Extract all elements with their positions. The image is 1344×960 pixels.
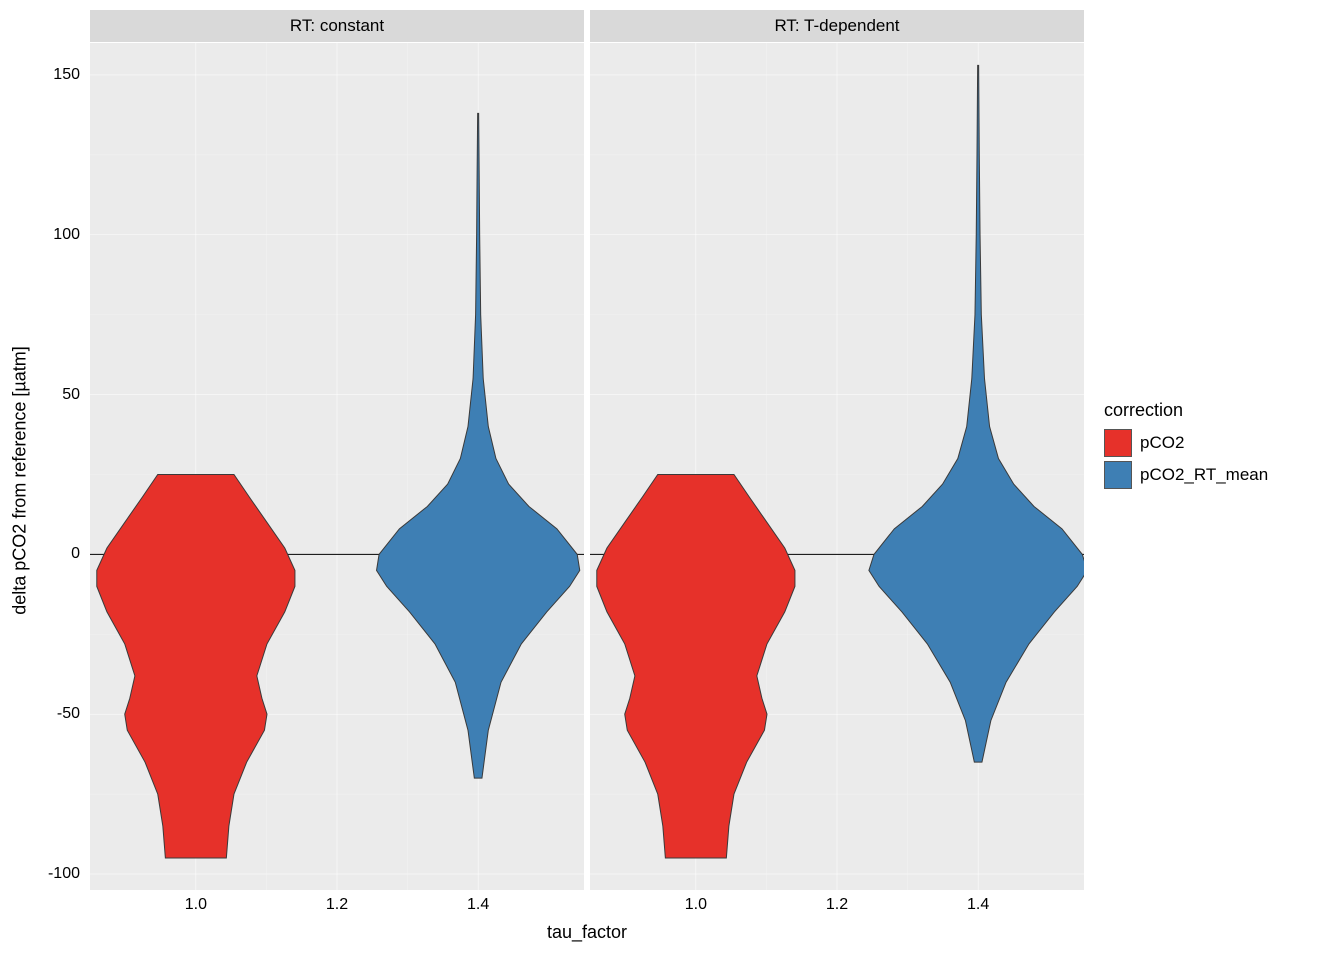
- y-tick-label: 50: [62, 386, 80, 404]
- y-axis-title: delta pCO2 from reference [µatm]: [10, 346, 31, 614]
- x-tick-label: 1.4: [967, 896, 989, 914]
- legend: correction pCO2 pCO2_RT_mean: [1104, 400, 1324, 493]
- x-axis-ticks-row: 1.0 1.2 1.4 1.0 1.2 1.4: [90, 896, 1084, 920]
- y-tick-label: 150: [53, 66, 80, 84]
- x-tick-label: 1.2: [326, 896, 348, 914]
- violin-pCO2_RT_mean: [869, 65, 1084, 762]
- y-tick-label: -100: [48, 865, 80, 883]
- facet-strip: RT: constant: [90, 10, 584, 43]
- panel-column: RT: T-dependent: [590, 10, 1084, 890]
- y-tick-label: -50: [57, 705, 80, 723]
- x-tick-label: 1.4: [467, 896, 489, 914]
- x-ticks: 1.0 1.2 1.4: [590, 896, 1084, 920]
- y-tick-label: 0: [71, 545, 80, 563]
- panel: [590, 43, 1084, 890]
- x-tick-label: 1.0: [185, 896, 207, 914]
- violin-pCO2_RT_mean: [377, 113, 580, 778]
- panel-column: RT: constant: [90, 10, 584, 890]
- legend-swatch: [1104, 429, 1132, 457]
- legend-title: correction: [1104, 400, 1324, 421]
- violin-pCO2: [597, 474, 795, 858]
- x-axis-title: tau_factor: [90, 922, 1084, 952]
- legend-label: pCO2: [1140, 433, 1184, 453]
- legend-label: pCO2_RT_mean: [1140, 465, 1268, 485]
- x-tick-label: 1.2: [826, 896, 848, 914]
- panel: [90, 43, 584, 890]
- y-axis-ticks: -100 -50 0 50 100 150: [40, 43, 86, 890]
- chart-figure: delta pCO2 from reference [µatm] -100 -50…: [0, 0, 1344, 960]
- x-tick-label: 1.0: [685, 896, 707, 914]
- y-tick-label: 100: [53, 226, 80, 244]
- violin-pCO2: [97, 474, 295, 858]
- legend-swatch: [1104, 461, 1132, 489]
- panels-row: RT: constantRT: T-dependent: [90, 10, 1084, 890]
- legend-item: pCO2: [1104, 429, 1324, 457]
- facet-strip: RT: T-dependent: [590, 10, 1084, 43]
- y-axis-title-container: delta pCO2 from reference [µatm]: [0, 0, 40, 960]
- x-ticks: 1.0 1.2 1.4: [90, 896, 584, 920]
- legend-item: pCO2_RT_mean: [1104, 461, 1324, 489]
